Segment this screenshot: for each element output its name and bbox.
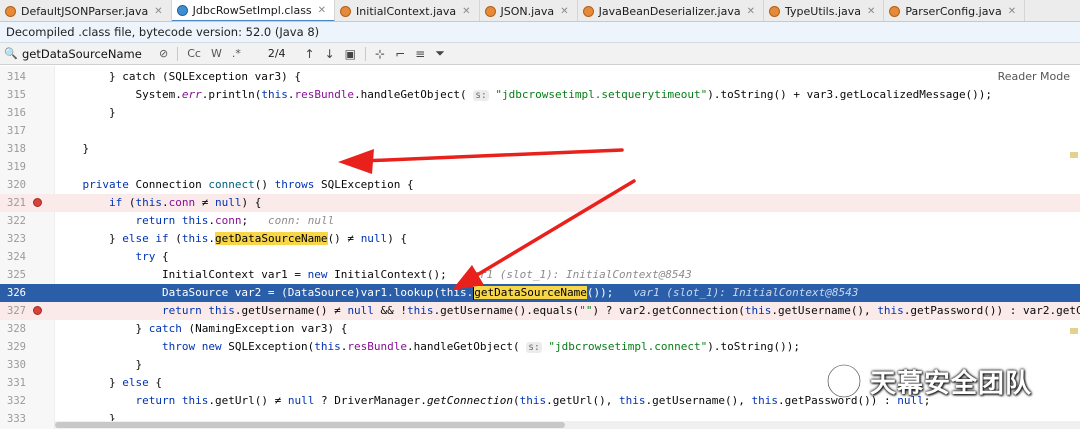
class-file-icon [176, 4, 188, 16]
code-line-current-execution[interactable]: 326 DataSource var2 = (DataSource)var1.l… [0, 284, 1080, 302]
code-line[interactable]: 324 try { [0, 248, 1080, 266]
decompiled-banner: Decompiled .class file, bytecode version… [0, 22, 1080, 43]
close-icon[interactable]: ✕ [867, 6, 875, 17]
horizontal-scrollbar[interactable] [55, 421, 1080, 429]
inline-debug-value: var1 (slot_1): InitialContext@8543 [466, 268, 692, 281]
tab-jdbcrowsetimpl[interactable]: JdbcRowSetImpl.class ✕ [171, 0, 336, 21]
search-match: getDataSourceName [214, 232, 328, 245]
tab-defaultjsonparser[interactable]: DefaultJSONParser.java ✕ [0, 0, 172, 21]
code-line[interactable]: 328 } catch (NamingException var3) { [0, 320, 1080, 338]
tab-label: JSON.java [500, 4, 555, 18]
java-file-icon [769, 5, 780, 17]
search-match-current: getDataSourceName [473, 286, 587, 300]
wechat-logo-icon [826, 363, 862, 399]
code-line[interactable]: 314 } catch (SQLException var3) { [0, 68, 1080, 86]
regex-toggle[interactable]: .* [227, 47, 246, 60]
previous-occurrence-icon[interactable]: ↑ [300, 47, 320, 61]
remove-selection-icon[interactable]: ⌐ [390, 47, 410, 61]
close-icon[interactable]: ✕ [462, 6, 470, 17]
tab-initialcontext[interactable]: InitialContext.java ✕ [335, 0, 480, 21]
code-line[interactable]: 322 return this.conn; conn: null [0, 212, 1080, 230]
close-icon[interactable]: ✕ [318, 5, 326, 16]
tab-parserconfig[interactable]: ParserConfig.java ✕ [884, 0, 1026, 21]
search-input[interactable] [22, 46, 154, 61]
editor-tab-bar: DefaultJSONParser.java ✕ JdbcRowSetImpl.c… [0, 0, 1080, 22]
tab-label: InitialContext.java [356, 4, 457, 18]
filter-icon[interactable]: ⏷ [430, 46, 450, 61]
tab-label: TypeUtils.java [785, 4, 862, 18]
close-icon[interactable]: ✕ [747, 6, 755, 17]
parameter-hint: s: [473, 90, 489, 101]
code-line[interactable]: 315 System.err.println(this.resBundle.ha… [0, 86, 1080, 104]
match-count: 2/4 [267, 47, 286, 60]
code-line[interactable]: 323 } else if (this.getDataSourceName() … [0, 230, 1080, 248]
java-file-icon [484, 5, 496, 17]
scrollbar-thumb[interactable] [55, 422, 565, 428]
inline-debug-value: var1 (slot_1): InitialContext@8543 [633, 286, 859, 299]
code-line[interactable]: 325 InitialContext var1 = new InitialCon… [0, 266, 1080, 284]
code-line-breakpoint[interactable]: 327 return this.getUsername() ≠ null && … [0, 302, 1080, 320]
tab-typeutils[interactable]: TypeUtils.java ✕ [764, 0, 885, 21]
code-line[interactable]: 318 } [0, 140, 1080, 158]
close-icon[interactable]: ✕ [560, 6, 568, 17]
tab-javabeandeserializer[interactable]: JavaBeanDeserializer.java ✕ [578, 0, 764, 21]
tab-label: ParserConfig.java [905, 4, 1002, 18]
tab-label: JavaBeanDeserializer.java [598, 4, 741, 18]
match-case-toggle[interactable]: Cc [182, 47, 206, 60]
code-line[interactable]: 329 throw new SQLException(this.resBundl… [0, 338, 1080, 356]
tab-label: JdbcRowSetImpl.class [192, 3, 312, 17]
close-icon[interactable]: ✕ [154, 6, 162, 17]
divider [177, 46, 179, 61]
whole-words-toggle[interactable]: W [206, 47, 227, 60]
watermark-text: 天幕安全团队 [870, 368, 1033, 399]
code-line[interactable]: 319 [0, 158, 1080, 176]
divider [365, 46, 367, 61]
watermark: 天幕安全团队 [826, 358, 1032, 404]
search-icon[interactable]: 🔍 [0, 47, 22, 60]
java-file-icon [5, 5, 16, 17]
code-line-breakpoint[interactable]: 321 if (this.conn ≠ null) { [0, 194, 1080, 212]
add-selection-icon[interactable]: ⊹ [370, 47, 390, 61]
select-all-icon[interactable]: ≡ [410, 47, 430, 61]
scrollbar-match-marker[interactable] [1070, 152, 1078, 158]
java-file-icon [340, 5, 352, 17]
inline-debug-value: conn: null [267, 214, 335, 227]
scrollbar-match-marker[interactable] [1070, 328, 1078, 334]
code-line[interactable]: 320 private Connection connect() throws … [0, 176, 1080, 194]
tab-json[interactable]: JSON.java ✕ [480, 0, 578, 21]
tab-label: DefaultJSONParser.java [21, 4, 149, 18]
java-file-icon [582, 5, 594, 17]
breakpoint-icon[interactable] [33, 198, 42, 207]
code-line[interactable]: 317 [0, 122, 1080, 140]
select-all-occurrences-icon[interactable]: ▣ [340, 47, 361, 61]
java-file-icon [889, 5, 901, 17]
breakpoint-icon[interactable] [33, 306, 42, 315]
clear-search-icon[interactable]: ⊘ [154, 47, 173, 60]
next-occurrence-icon[interactable]: ↓ [320, 47, 340, 61]
find-bar: 🔍 ⊘ Cc W .* 2/4 ↑ ↓ ▣ ⊹ ⌐ ≡ ⏷ [0, 43, 1080, 65]
code-line[interactable]: 316 } [0, 104, 1080, 122]
parameter-hint: s: [526, 342, 542, 353]
close-icon[interactable]: ✕ [1008, 6, 1016, 17]
